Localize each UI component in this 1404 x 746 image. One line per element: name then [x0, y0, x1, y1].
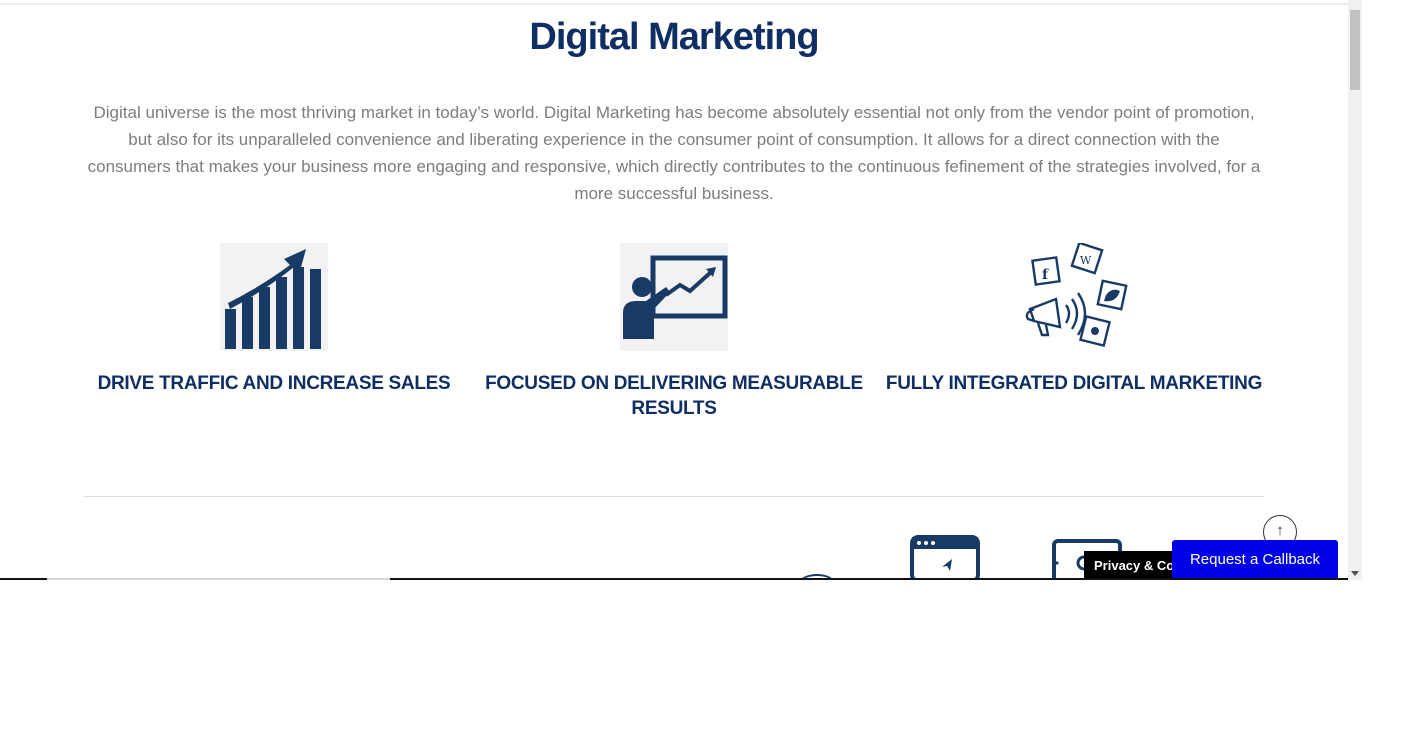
vertical-scrollbar[interactable]	[1348, 0, 1362, 580]
feature-label: DRIVE TRAFFIC AND INCREASE SALES	[97, 373, 451, 394]
section-intro: Digital universe is the most thriving ma…	[87, 103, 1261, 203]
scrollbar-thumb[interactable]	[1350, 10, 1360, 90]
svg-text:f: f	[1042, 267, 1049, 283]
section-divider	[84, 496, 1264, 497]
feature-drive-traffic: DRIVE TRAFFIC AND INCREASE SALES	[84, 243, 464, 396]
scroll-down-arrow-icon[interactable]	[1351, 571, 1359, 576]
top-divider	[0, 3, 1348, 5]
bar-chart-growth-icon	[220, 243, 328, 351]
svg-text:W: W	[1080, 254, 1092, 267]
feature-label: FULLY INTEGRATED DIGITAL MARKETING	[885, 373, 1263, 394]
feature-label: FOCUSED ON DELIVERING MEASURABLE RESULTS	[485, 373, 863, 419]
feature-integrated-marketing: f W FULLY INTEGRATED DIGITAL MARKETING	[884, 243, 1264, 396]
browser-window-icon	[910, 535, 982, 580]
feature-measurable-results: FOCUSED ON DELIVERING MEASURABLE RESULTS	[484, 243, 864, 421]
page-viewport: Digital Marketing Digital universe is th…	[0, 0, 1362, 580]
section-title: Digital Marketing	[529, 16, 819, 58]
presentation-board-icon	[620, 243, 728, 351]
megaphone-social-icon: f W	[1020, 243, 1128, 351]
privacy-cookies-button[interactable]: Privacy & Cookies Policy	[1084, 551, 1184, 580]
request-callback-button[interactable]: Request a Callback	[1172, 540, 1338, 580]
viewport-bottom-edge-segment	[47, 578, 390, 580]
